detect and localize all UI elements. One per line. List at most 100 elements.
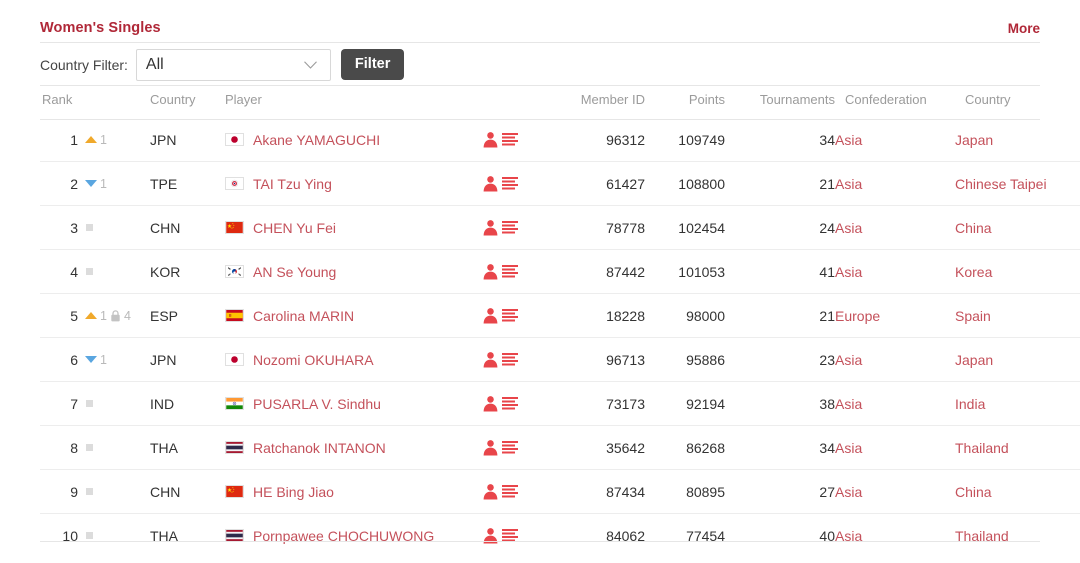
rank-movement-up: 1 [85, 309, 107, 323]
cell-row-icons [470, 205, 550, 250]
cell-country: Japan [955, 337, 1080, 382]
divider-header [40, 119, 1040, 120]
player-profile-icon[interactable] [482, 175, 499, 192]
player-name-link[interactable]: Ratchanok INTANON [253, 440, 386, 456]
arrow-up-icon [85, 136, 97, 143]
column-header-confederation: Confederation [845, 92, 927, 107]
rank-movement-none [85, 532, 93, 539]
player-profile-icon[interactable] [482, 131, 499, 148]
confederation-link[interactable]: Asia [835, 352, 862, 368]
player-stats-icon[interactable] [502, 308, 518, 324]
confederation-link[interactable]: Asia [835, 132, 862, 148]
player-name-link[interactable]: PUSARLA V. Sindhu [253, 396, 381, 412]
cell-rank: 7 [40, 381, 150, 426]
person-icon [483, 132, 498, 148]
person-icon [483, 220, 498, 236]
cell-member-id: 84062 [550, 513, 645, 557]
flag-korea [225, 265, 244, 278]
cell-points: 86268 [645, 425, 725, 470]
cell-confederation: Asia [835, 337, 955, 382]
confederation-link[interactable]: Asia [835, 264, 862, 280]
more-link[interactable]: More [1008, 21, 1040, 36]
filter-button[interactable]: Filter [340, 49, 405, 80]
table-row: 5 1 4 ESP Carolina MARIN 18228 98000 21 Europe Sp… [40, 293, 1080, 338]
cell-tournaments: 23 [725, 337, 835, 382]
country-filter-select[interactable]: All [135, 48, 331, 81]
cell-rank: 11 [40, 118, 150, 162]
confederation-link[interactable]: Asia [835, 176, 862, 192]
player-stats-icon[interactable] [502, 352, 518, 368]
cell-country-code: TPE [150, 161, 225, 206]
rank-number: 6 [70, 351, 78, 368]
list-lines-icon [502, 264, 518, 277]
no-change-icon [86, 268, 93, 275]
table-row: 10 THA Pornpawee CHOCHUWONG 84062 77454 40 Asi… [40, 513, 1080, 557]
cell-confederation: Asia [835, 205, 955, 250]
cell-country: China [955, 205, 1080, 250]
person-icon [483, 352, 498, 368]
confederation-link[interactable]: Asia [835, 220, 862, 236]
country-link[interactable]: China [955, 484, 992, 500]
player-profile-icon[interactable] [482, 439, 499, 456]
player-stats-icon[interactable] [502, 176, 518, 192]
player-stats-icon[interactable] [502, 440, 518, 456]
person-icon [483, 264, 498, 280]
person-icon [483, 176, 498, 192]
cell-player: Pornpawee CHOCHUWONG [225, 513, 470, 557]
player-name-link[interactable]: AN Se Young [253, 264, 336, 280]
cell-player: Nozomi OKUHARA [225, 337, 470, 382]
player-profile-icon[interactable] [482, 263, 499, 280]
cell-rank: 4 [40, 249, 150, 294]
cell-rank: 9 [40, 469, 150, 514]
player-profile-icon[interactable] [482, 307, 499, 324]
player-stats-icon[interactable] [502, 484, 518, 500]
flag-spain [225, 309, 244, 322]
table-row: 6 1 JPN Nozomi OKUHARA 96713 95886 23 Asia Japan [40, 337, 1080, 382]
country-link[interactable]: Korea [955, 264, 992, 280]
rank-number: 9 [70, 483, 78, 500]
player-stats-icon[interactable] [502, 132, 518, 148]
player-name-link[interactable]: TAI Tzu Ying [253, 176, 332, 192]
player-stats-icon[interactable] [502, 396, 518, 412]
rank-number: 2 [70, 175, 78, 192]
player-name-link[interactable]: Carolina MARIN [253, 308, 354, 324]
player-stats-icon[interactable] [502, 264, 518, 280]
player-profile-icon[interactable] [482, 219, 499, 236]
cell-country: Chinese Taipei [955, 161, 1080, 206]
country-filter-wrapper: All [135, 48, 331, 81]
table-row: 1 1 JPN Akane YAMAGUCHI 96312 109749 34 Asia Jap… [40, 118, 1080, 162]
cell-rank: 21 [40, 161, 150, 206]
cell-confederation: Asia [835, 161, 955, 206]
player-profile-icon[interactable] [482, 395, 499, 412]
rank-movement-value: 1 [100, 132, 107, 147]
country-link[interactable]: China [955, 220, 992, 236]
confederation-link[interactable]: Asia [835, 440, 862, 456]
player-name-link[interactable]: HE Bing Jiao [253, 484, 334, 500]
cell-points: 109749 [678, 131, 725, 148]
country-link[interactable]: Japan [955, 352, 993, 368]
rank-movement-down: 1 [85, 353, 107, 367]
ranking-page: Women's Singles More Country Filter: All… [0, 0, 1080, 563]
cell-row-icons [470, 249, 550, 294]
cell-country-code: THA [150, 425, 225, 470]
country-link[interactable]: Chinese Taipei [955, 176, 1047, 192]
cell-tournaments: 21 [725, 293, 835, 338]
confederation-link[interactable]: Asia [835, 396, 862, 412]
country-link[interactable]: Thailand [955, 440, 1009, 456]
cell-country: India [955, 381, 1080, 426]
player-profile-icon[interactable] [482, 351, 499, 368]
protected-lock-icon [110, 309, 121, 322]
column-header-country: Country [965, 92, 1011, 107]
confederation-link[interactable]: Asia [835, 484, 862, 500]
confederation-link[interactable]: Europe [835, 308, 880, 324]
player-stats-icon[interactable] [502, 220, 518, 236]
player-name-link[interactable]: Nozomi OKUHARA [253, 352, 374, 368]
country-link[interactable]: Spain [955, 308, 991, 324]
player-name-link[interactable]: CHEN Yu Fei [253, 220, 336, 236]
table-row: 7 IND PUSARLA V. Sindhu 73173 92194 38 Asia Ind… [40, 381, 1080, 426]
player-profile-icon[interactable] [482, 483, 499, 500]
rank-number: 1 [70, 131, 78, 148]
player-name-link[interactable]: Akane YAMAGUCHI [253, 132, 380, 148]
country-link[interactable]: India [955, 396, 985, 412]
country-link[interactable]: Japan [955, 132, 993, 148]
